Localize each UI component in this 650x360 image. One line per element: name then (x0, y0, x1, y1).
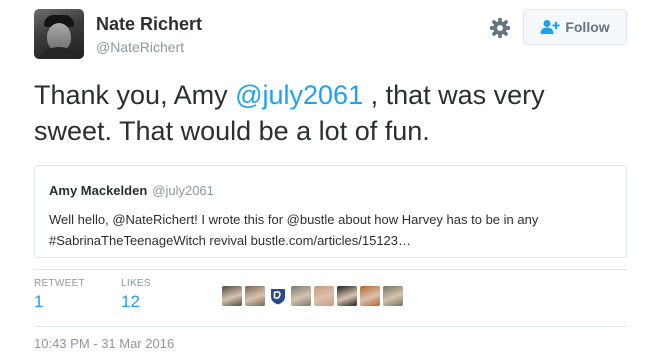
mention-link[interactable]: @july2061 (235, 80, 363, 110)
author-avatar[interactable] (34, 9, 84, 59)
liker-avatar[interactable] (245, 286, 265, 306)
user-plus-icon (540, 20, 560, 34)
gear-icon[interactable] (489, 17, 511, 39)
dodgers-logo-icon (271, 289, 285, 305)
tweet-text: Thank you, Amy @july2061 , that was very… (34, 77, 614, 149)
liker-avatar[interactable] (360, 286, 380, 306)
quoted-tweet-header: Amy Mackelden @july2061 (49, 183, 214, 198)
quoted-author-name: Amy Mackelden (49, 183, 148, 198)
tweet-text-start: Thank you, Amy (34, 80, 236, 110)
liker-avatar[interactable] (383, 286, 403, 306)
follow-button[interactable]: Follow (523, 9, 627, 45)
liker-avatar[interactable] (222, 286, 242, 306)
retweets-count[interactable]: 1 (34, 292, 43, 312)
divider (34, 326, 627, 327)
follow-label: Follow (565, 19, 610, 35)
liker-avatar[interactable] (337, 286, 357, 306)
likes-label: LIKES (121, 278, 151, 289)
liker-avatar[interactable] (291, 286, 311, 306)
quoted-author-handle: @july2061 (152, 183, 214, 198)
liker-avatar-dodgers-logo[interactable] (268, 286, 288, 306)
divider (34, 269, 627, 270)
retweets-label: RETWEET (34, 278, 85, 289)
quoted-tweet[interactable]: Amy Mackelden @july2061 Well hello, @Nate… (34, 165, 627, 258)
tweet-timestamp[interactable]: 10:43 PM - 31 Mar 2016 (34, 336, 174, 351)
liker-avatar[interactable] (314, 286, 334, 306)
author-name[interactable]: Nate Richert (96, 14, 202, 35)
avatar-shoulders (38, 47, 80, 59)
quoted-tweet-text: Well hello, @NateRichert! I wrote this f… (49, 212, 539, 248)
likes-count[interactable]: 12 (121, 292, 140, 312)
author-handle[interactable]: @NateRichert (96, 39, 184, 55)
likers-avatars (222, 286, 403, 306)
